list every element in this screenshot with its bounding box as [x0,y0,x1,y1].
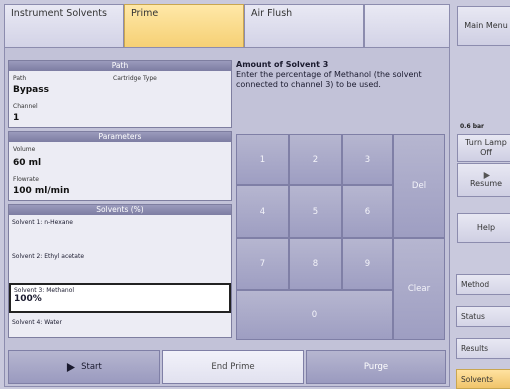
side-tab-solvents[interactable]: Solvents [456,369,510,389]
solvent-label: Solvent 2: Ethyl acetate [12,253,85,260]
panel-title: Path [9,61,231,71]
key-clear[interactable]: Clear [393,238,445,340]
resume-button[interactable]: Resume [457,163,510,197]
key-9[interactable]: 9 [342,238,393,290]
solvent-row-4[interactable]: Solvent 4: Water [9,317,231,341]
instruction-title: Amount of Solvent 3 [236,60,329,69]
side-tab-results[interactable]: Results [456,338,510,359]
key-6[interactable]: 6 [342,185,393,238]
channel-label: Channel [13,103,38,110]
solvent-row-2[interactable]: Solvent 2: Ethyl acetate [9,251,231,275]
panel-title: Solvents (%) [9,205,231,215]
solvent-label: Solvent 4: Water [12,319,62,326]
volume-value[interactable]: 60 ml [13,158,41,168]
solvent-row-3[interactable]: Solvent 3: Methanol 100% [9,283,231,313]
end-prime-label: End Prime [211,362,255,372]
tab-label: Instrument Solvents [11,8,107,19]
solvents-panel: Solvents (%) Solvent 1: n-Hexane Solvent… [8,204,232,338]
turn-lamp-off-button[interactable]: Turn Lamp Off [457,134,510,162]
purge-label: Purge [363,362,389,372]
tab-prime[interactable]: Prime [124,4,244,49]
purge-button[interactable]: Purge [306,350,446,384]
instruction-area: Amount of Solvent 3 Enter the percentage… [236,60,446,90]
main-menu-label: Main Menu [464,21,508,31]
channel-value[interactable]: 1 [13,113,19,123]
path-value[interactable]: Bypass [13,85,49,95]
solvent-label: Solvent 1: n-Hexane [12,219,73,226]
flowrate-label: Flowrate [13,176,39,183]
solvent-row-1[interactable]: Solvent 1: n-Hexane [9,217,231,241]
tab-empty [364,4,450,48]
end-prime-button[interactable]: End Prime [162,350,304,384]
pressure-readout: 0.6 bar [460,123,485,130]
side-tab-method[interactable]: Method [456,274,510,295]
key-8[interactable]: 8 [289,238,342,290]
volume-label: Volume [13,146,36,153]
flowrate-value[interactable]: 100 ml/min [13,186,70,196]
resume-label: Resume [469,178,503,188]
key-3[interactable]: 3 [342,134,393,185]
parameters-panel: Parameters Volume 60 ml Flowrate 100 ml/… [8,131,232,201]
cartridge-type-label: Cartridge Type [113,75,157,82]
tab-instrument-solvents[interactable]: Instrument Solvents [4,4,124,48]
start-label: Start [81,362,102,372]
key-5[interactable]: 5 [289,185,342,238]
main-menu-button[interactable]: Main Menu [457,6,510,46]
path-panel: Path Path Cartridge Type Bypass Channel … [8,60,232,128]
solvent-label: Solvent 3: Methanol [14,287,75,294]
key-7[interactable]: 7 [236,238,289,290]
play-icon [67,362,76,372]
panel-title: Parameters [9,132,231,142]
solvent-value: 100% [14,294,42,304]
key-4[interactable]: 4 [236,185,289,238]
path-label: Path [13,75,27,82]
help-button[interactable]: Help [457,213,510,243]
play-icon [483,171,490,179]
turn-lamp-off-label: Turn Lamp Off [465,138,507,157]
key-1[interactable]: 1 [236,134,289,185]
key-0[interactable]: 0 [236,290,393,340]
key-2[interactable]: 2 [289,134,342,185]
start-button[interactable]: Start [8,350,160,384]
tab-label: Air Flush [251,8,293,19]
instruction-text: Enter the percentage of Methanol (the so… [236,70,422,89]
tab-label: Prime [131,8,159,19]
tab-air-flush[interactable]: Air Flush [244,4,364,48]
side-tab-status[interactable]: Status [456,306,510,327]
key-del[interactable]: Del [393,134,445,238]
help-label: Help [476,223,496,233]
